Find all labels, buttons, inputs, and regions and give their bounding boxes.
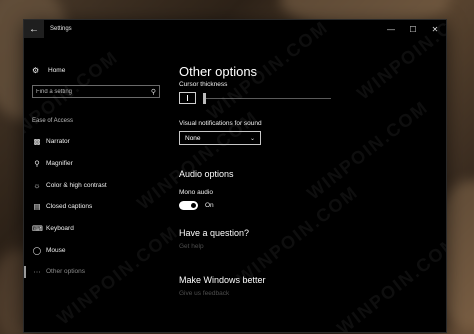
cursor-thickness-slider[interactable] bbox=[179, 92, 331, 105]
maximize-button[interactable]: ☐ bbox=[402, 20, 424, 38]
sidebar-item-label: Mouse bbox=[46, 246, 66, 254]
sidebar: ⚙ Home ⚲ Ease of Access ▩ Narrator ⚲ Mag… bbox=[24, 38, 170, 332]
minimize-button[interactable]: — bbox=[380, 20, 402, 38]
section-label-ease-of-access: Ease of Access bbox=[32, 118, 74, 124]
back-arrow-icon: ← bbox=[29, 23, 39, 35]
window-title: Settings bbox=[50, 26, 72, 32]
narrator-icon: ▩ bbox=[33, 137, 41, 147]
audio-options-heading: Audio options bbox=[179, 169, 234, 179]
main-content: Other options Cursor thickness Visual no… bbox=[179, 38, 446, 332]
gear-icon: ⚙ bbox=[32, 66, 40, 75]
settings-window: ← Settings — ☐ ✕ ⚙ Home ⚲ Ease of Access bbox=[24, 20, 446, 332]
home-nav-item[interactable]: ⚙ Home bbox=[32, 66, 65, 75]
mono-audio-toggle-row: On bbox=[179, 201, 214, 210]
search-box[interactable]: ⚲ bbox=[32, 85, 160, 98]
sidebar-item-color-high-contrast[interactable]: ☼ Color & high contrast bbox=[24, 174, 170, 196]
sidebar-item-label: Closed captions bbox=[46, 203, 93, 211]
chevron-down-icon: ⌄ bbox=[249, 135, 255, 142]
magnifier-icon: ⚲ bbox=[34, 159, 40, 169]
toggle-knob bbox=[191, 203, 196, 208]
mono-audio-label: Mono audio bbox=[179, 189, 213, 196]
back-button[interactable]: ← bbox=[24, 20, 44, 38]
close-icon: ✕ bbox=[431, 24, 439, 34]
sidebar-item-label: Narrator bbox=[46, 138, 70, 146]
slider-track[interactable] bbox=[206, 98, 331, 99]
keyboard-icon: ⌨ bbox=[32, 224, 43, 234]
home-label: Home bbox=[48, 67, 66, 74]
mouse-icon: ◯ bbox=[32, 245, 42, 255]
search-icon[interactable]: ⚲ bbox=[151, 88, 156, 96]
nav-list: ▩ Narrator ⚲ Magnifier ☼ Color & high co… bbox=[24, 131, 170, 283]
sidebar-item-label: Other options bbox=[46, 268, 86, 276]
visual-notifications-dropdown[interactable]: None ⌄ bbox=[179, 131, 261, 145]
dropdown-value: None bbox=[185, 134, 201, 142]
sidebar-item-narrator[interactable]: ▩ Narrator bbox=[24, 131, 170, 153]
sidebar-item-label: Keyboard bbox=[46, 225, 74, 233]
maximize-icon: ☐ bbox=[409, 24, 417, 34]
brightness-icon: ☼ bbox=[33, 180, 41, 190]
page-title: Other options bbox=[179, 64, 258, 79]
search-input[interactable] bbox=[36, 88, 151, 95]
get-help-link[interactable]: Get help bbox=[179, 243, 204, 250]
sidebar-item-other-options[interactable]: ⋯ Other options bbox=[24, 261, 170, 283]
sidebar-item-magnifier[interactable]: ⚲ Magnifier bbox=[24, 153, 170, 175]
other-options-icon: ⋯ bbox=[33, 267, 41, 277]
have-a-question-heading: Have a question? bbox=[179, 228, 250, 238]
sidebar-item-closed-captions[interactable]: ▤ Closed captions bbox=[24, 196, 170, 218]
minimize-icon: — bbox=[387, 24, 395, 34]
toggle-state: On bbox=[205, 202, 214, 209]
cursor-thickness-label: Cursor thickness bbox=[179, 81, 228, 88]
visual-notifications-label: Visual notifications for sound bbox=[179, 120, 262, 127]
give-feedback-link[interactable]: Give us feedback bbox=[179, 290, 229, 297]
title-bar[interactable]: ← Settings — ☐ ✕ bbox=[24, 20, 446, 38]
mono-audio-toggle[interactable] bbox=[179, 201, 198, 210]
sidebar-item-label: Color & high contrast bbox=[46, 181, 107, 189]
sidebar-item-keyboard[interactable]: ⌨ Keyboard bbox=[24, 218, 170, 240]
make-windows-better-heading: Make Windows better bbox=[179, 275, 266, 285]
window-controls: — ☐ ✕ bbox=[380, 20, 446, 38]
close-button[interactable]: ✕ bbox=[424, 20, 446, 38]
sidebar-item-label: Magnifier bbox=[46, 160, 73, 168]
sidebar-item-mouse[interactable]: ◯ Mouse bbox=[24, 239, 170, 261]
captions-icon: ▤ bbox=[33, 202, 41, 212]
cursor-preview bbox=[179, 92, 196, 104]
